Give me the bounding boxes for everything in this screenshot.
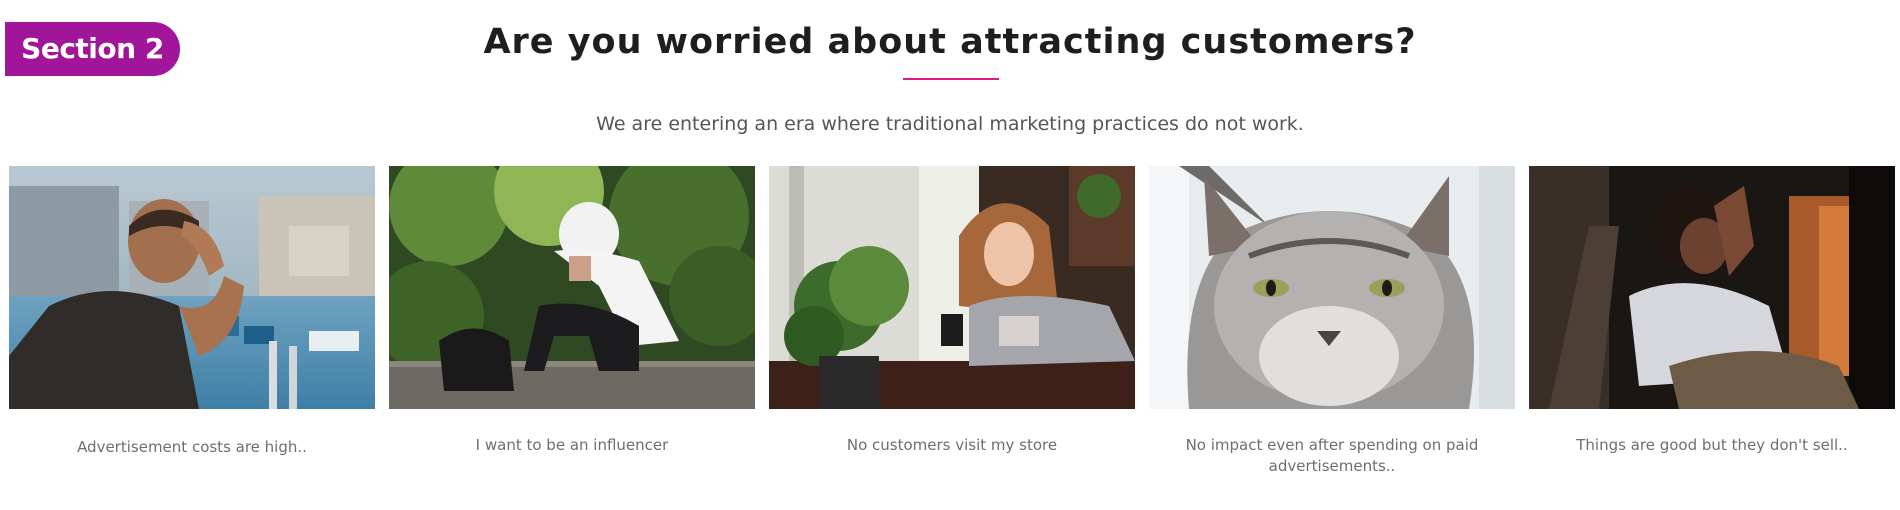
section-title: Are you worried about attracting custome… [483,22,1417,62]
grumpy-grey-cat-photo [1149,166,1515,409]
card-caption: No impact even after spending on paid ad… [1185,436,1479,475]
section-subtitle: We are entering an era where traditional… [596,113,1304,135]
pain-point-card: I want to be an influencer [389,166,755,456]
hooded-man-sitting-on-steps-photo [389,166,755,409]
bored-girl-with-phone-at-table-photo [769,166,1135,409]
card-caption: Things are good but they don't sell.. [1576,436,1848,454]
frustrated-man-at-waterfront-photo [9,166,375,409]
stressed-woman-on-couch-photo [1529,166,1895,409]
title-underline [903,78,999,80]
card-caption: Advertisement costs are high.. [77,438,307,456]
pain-point-cards: Advertisement costs are high.. I want to… [0,166,1900,486]
pain-point-card: Things are good but they don't sell.. [1529,166,1895,456]
pain-point-card: Advertisement costs are high.. [9,166,375,458]
pain-point-card: No impact even after spending on paid ad… [1149,166,1515,477]
section-page: Section 2 Are you worried about attracti… [0,0,1900,510]
card-caption: I want to be an influencer [475,436,669,454]
card-caption: No customers visit my store [846,436,1058,454]
pain-point-card: No customers visit my store [769,166,1135,456]
